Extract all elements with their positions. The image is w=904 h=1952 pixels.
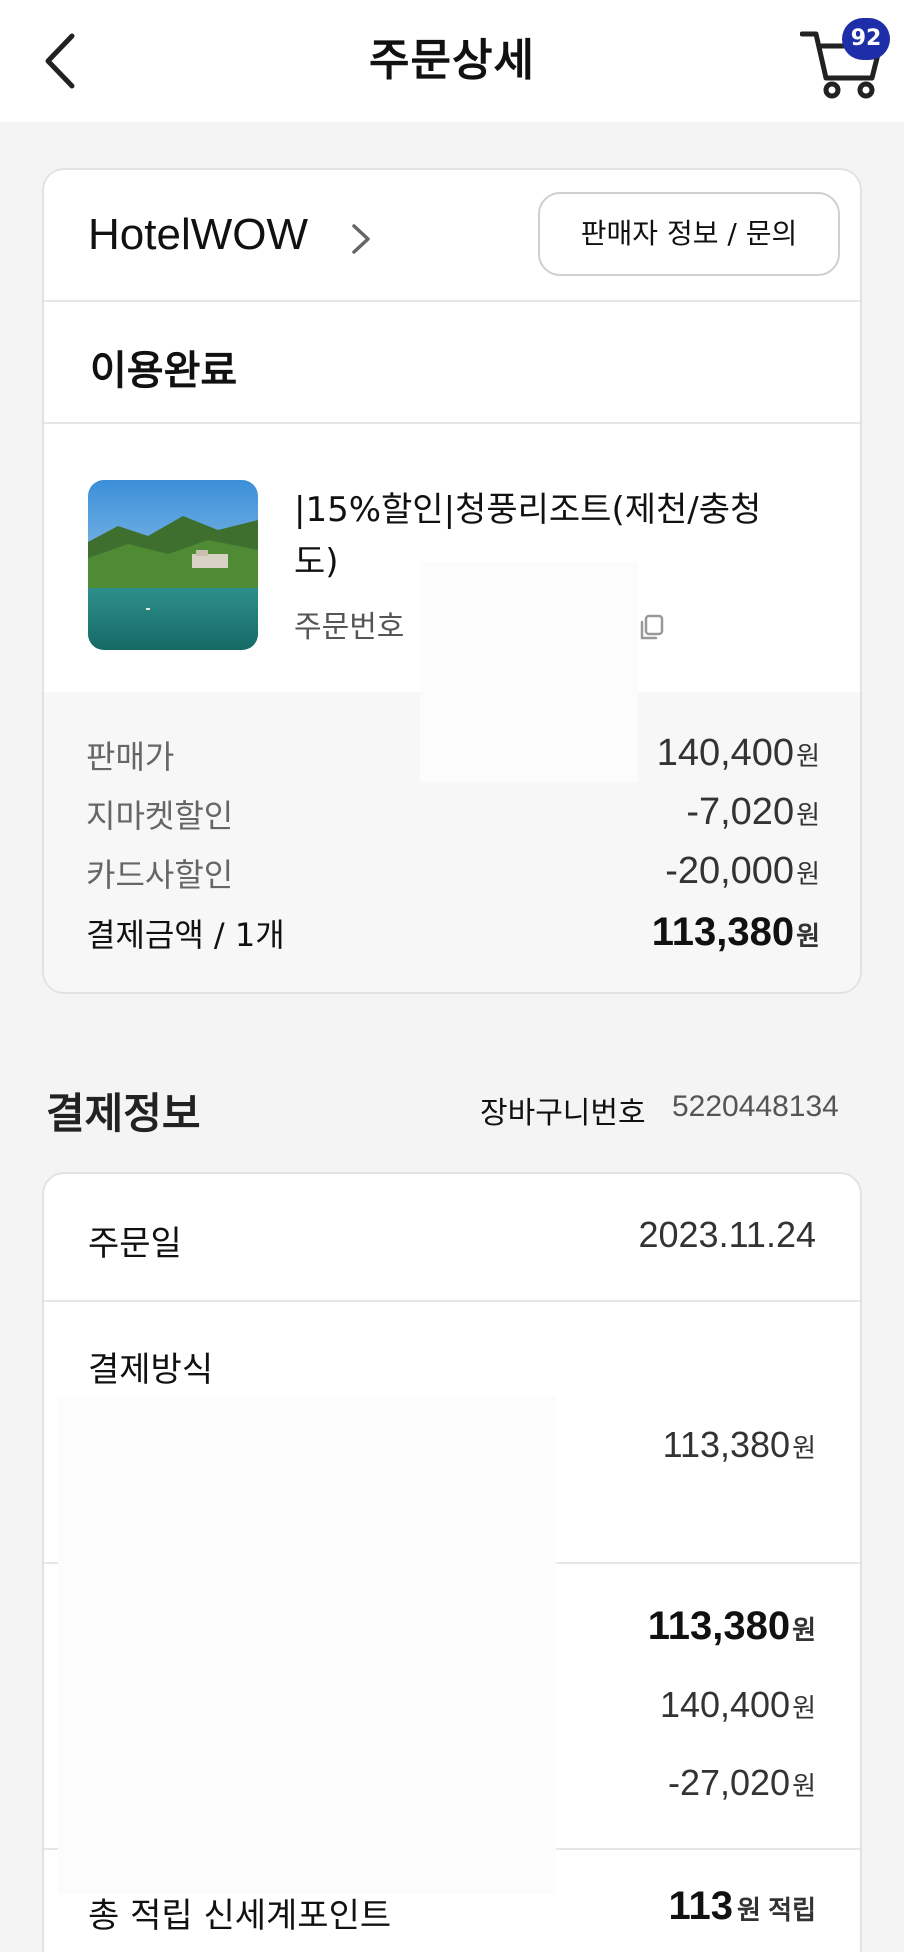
price-row-card-discount: 카드사할인 -20,000원 xyxy=(86,850,820,900)
order-date-row: 주문일 2023.11.24 xyxy=(44,1174,860,1302)
payment-method-amount: 113,380원 xyxy=(662,1424,816,1465)
seller-info-button[interactable]: 판매자 정보 / 문의 xyxy=(538,192,840,276)
copy-icon[interactable] xyxy=(638,614,666,642)
price-label: 카드사할인 xyxy=(86,856,234,894)
summary-discount-value: -27,020원 xyxy=(667,1762,816,1803)
seller-name-link[interactable]: HotelWOW xyxy=(88,210,308,260)
page-title: 주문상세 xyxy=(369,35,535,86)
price-label: 결제금액 / 1개 xyxy=(86,916,285,954)
payment-card: 주문일 2023.11.24 결제방식 113,380원 113,380원 14… xyxy=(42,1172,862,1952)
price-value: -20,000원 xyxy=(665,850,820,892)
redaction-mask xyxy=(58,1396,556,1894)
order-number-label: 주문번호 xyxy=(294,610,405,645)
order-card: HotelWOW 판매자 정보 / 문의 이용완료 |15%할인|청풍리조트(제… xyxy=(42,168,862,994)
cart-number-value: 5220448134 xyxy=(672,1090,839,1123)
points-label: 총 적립 신세계포인트 xyxy=(88,1896,392,1936)
app-header: 주문상세 92 xyxy=(0,0,904,122)
order-date-value: 2023.11.24 xyxy=(638,1214,816,1255)
price-value: 140,400원 xyxy=(656,732,820,774)
cart-count-badge: 92 xyxy=(842,18,890,60)
seller-row: HotelWOW 판매자 정보 / 문의 xyxy=(44,170,860,302)
chevron-right-icon xyxy=(352,224,370,254)
price-label: 지마켓할인 xyxy=(86,797,234,835)
resort-lake-image xyxy=(88,480,258,650)
payment-section-title: 결제정보 xyxy=(46,1089,201,1138)
price-row-total: 결제금액 / 1개 113,380원 xyxy=(86,910,820,960)
summary-total-value: 113,380원 xyxy=(647,1604,816,1648)
payment-method-label: 결제방식 xyxy=(88,1350,214,1390)
product-thumbnail[interactable] xyxy=(88,480,258,650)
order-status: 이용완료 xyxy=(90,348,238,394)
cart-number-label: 장바구니번호 xyxy=(480,1096,646,1131)
redaction-mask xyxy=(420,562,638,782)
points-value: 113 원 적립 xyxy=(668,1884,816,1928)
summary-price-value: 140,400원 xyxy=(659,1684,816,1725)
price-value: -7,020원 xyxy=(686,791,820,833)
price-label: 판매가 xyxy=(86,738,175,776)
price-value: 113,380원 xyxy=(651,910,820,954)
price-row-gmarket-discount: 지마켓할인 -7,020원 xyxy=(86,791,820,841)
order-date-label: 주문일 xyxy=(88,1224,182,1264)
order-status-row: 이용완료 xyxy=(44,302,860,424)
